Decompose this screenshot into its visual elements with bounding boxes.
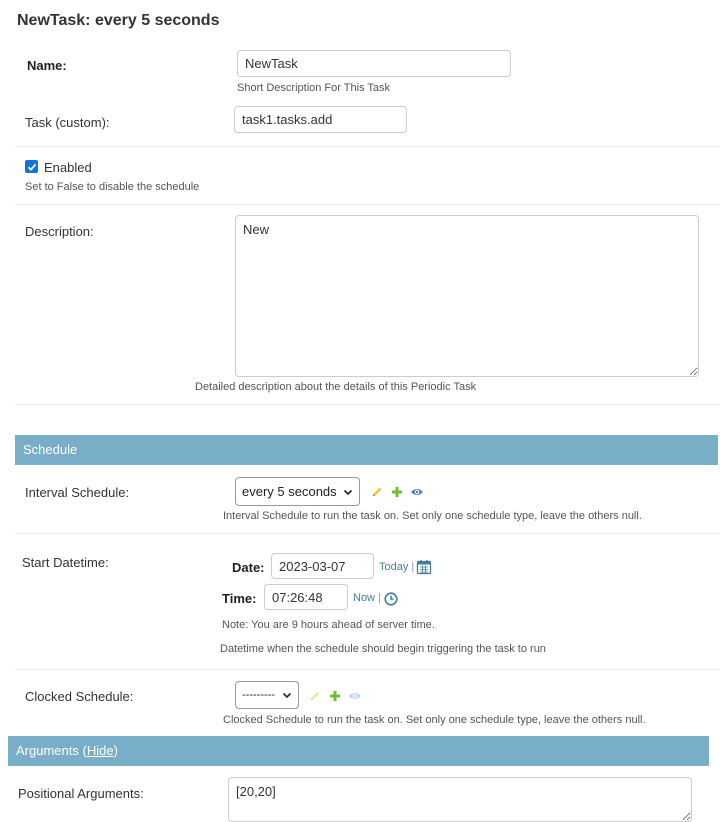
enabled-label: Enabled xyxy=(44,160,92,175)
page-title: NewTask: every 5 seconds xyxy=(17,12,220,29)
interval-label: Interval Schedule: xyxy=(25,485,130,500)
start-datetime-label: Start Datetime: xyxy=(22,555,109,570)
checkmark-icon xyxy=(27,163,36,171)
clocked-select[interactable]: --------- xyxy=(235,681,299,709)
hide-toggle-link[interactable]: Hide xyxy=(87,743,114,758)
description-label: Description: xyxy=(25,224,94,239)
now-link[interactable]: Now | xyxy=(353,592,381,604)
edit-pencil-icon[interactable] xyxy=(371,486,383,498)
enabled-help: Set to False to disable the schedule xyxy=(25,181,200,193)
add-plus-icon[interactable] xyxy=(329,690,341,702)
divider xyxy=(15,533,720,534)
divider xyxy=(15,669,720,670)
name-input[interactable] xyxy=(237,50,511,77)
divider xyxy=(15,204,720,205)
arguments-section-title: Arguments ( xyxy=(16,743,87,758)
schedule-section-title: Schedule xyxy=(23,442,78,457)
arguments-section-header: Arguments (Hide) xyxy=(8,736,709,766)
interval-help: Interval Schedule to run the task on. Se… xyxy=(223,510,642,522)
clocked-label: Clocked Schedule: xyxy=(25,689,134,704)
chevron-down-icon xyxy=(343,489,353,495)
edit-pencil-icon[interactable] xyxy=(309,690,321,702)
start-datetime-help: Datetime when the schedule should begin … xyxy=(220,643,546,655)
date-input[interactable] xyxy=(271,553,374,579)
time-input[interactable] xyxy=(264,584,348,610)
positional-args-label: Positional Arguments: xyxy=(18,786,144,801)
enabled-checkbox[interactable] xyxy=(25,160,38,173)
clocked-help: Clocked Schedule to run the task on. Set… xyxy=(223,714,646,726)
task-input[interactable] xyxy=(234,106,407,133)
view-eye-icon[interactable] xyxy=(348,690,362,702)
clock-icon[interactable] xyxy=(384,592,398,606)
interval-selected-value: every 5 seconds xyxy=(242,484,337,499)
name-label: Name: xyxy=(27,58,67,73)
task-label: Task (custom): xyxy=(25,115,110,130)
clocked-selected-value: --------- xyxy=(242,689,275,701)
divider xyxy=(15,404,720,405)
interval-select[interactable]: every 5 seconds xyxy=(235,477,360,506)
chevron-down-icon xyxy=(282,692,292,699)
divider xyxy=(15,146,720,147)
schedule-section-header: Schedule xyxy=(15,435,718,465)
view-eye-icon[interactable] xyxy=(410,486,424,498)
today-link[interactable]: Today | xyxy=(379,561,414,573)
calendar-icon[interactable] xyxy=(416,559,432,575)
description-help: Detailed description about the details o… xyxy=(195,381,477,393)
timezone-note: Note: You are 9 hours ahead of server ti… xyxy=(222,619,435,631)
description-textarea[interactable]: New xyxy=(235,215,699,377)
add-plus-icon[interactable] xyxy=(391,486,403,498)
date-label: Date: xyxy=(232,560,265,575)
positional-args-textarea[interactable]: [20,20] xyxy=(228,777,692,822)
time-label: Time: xyxy=(222,591,257,606)
name-help: Short Description For This Task xyxy=(237,82,391,94)
